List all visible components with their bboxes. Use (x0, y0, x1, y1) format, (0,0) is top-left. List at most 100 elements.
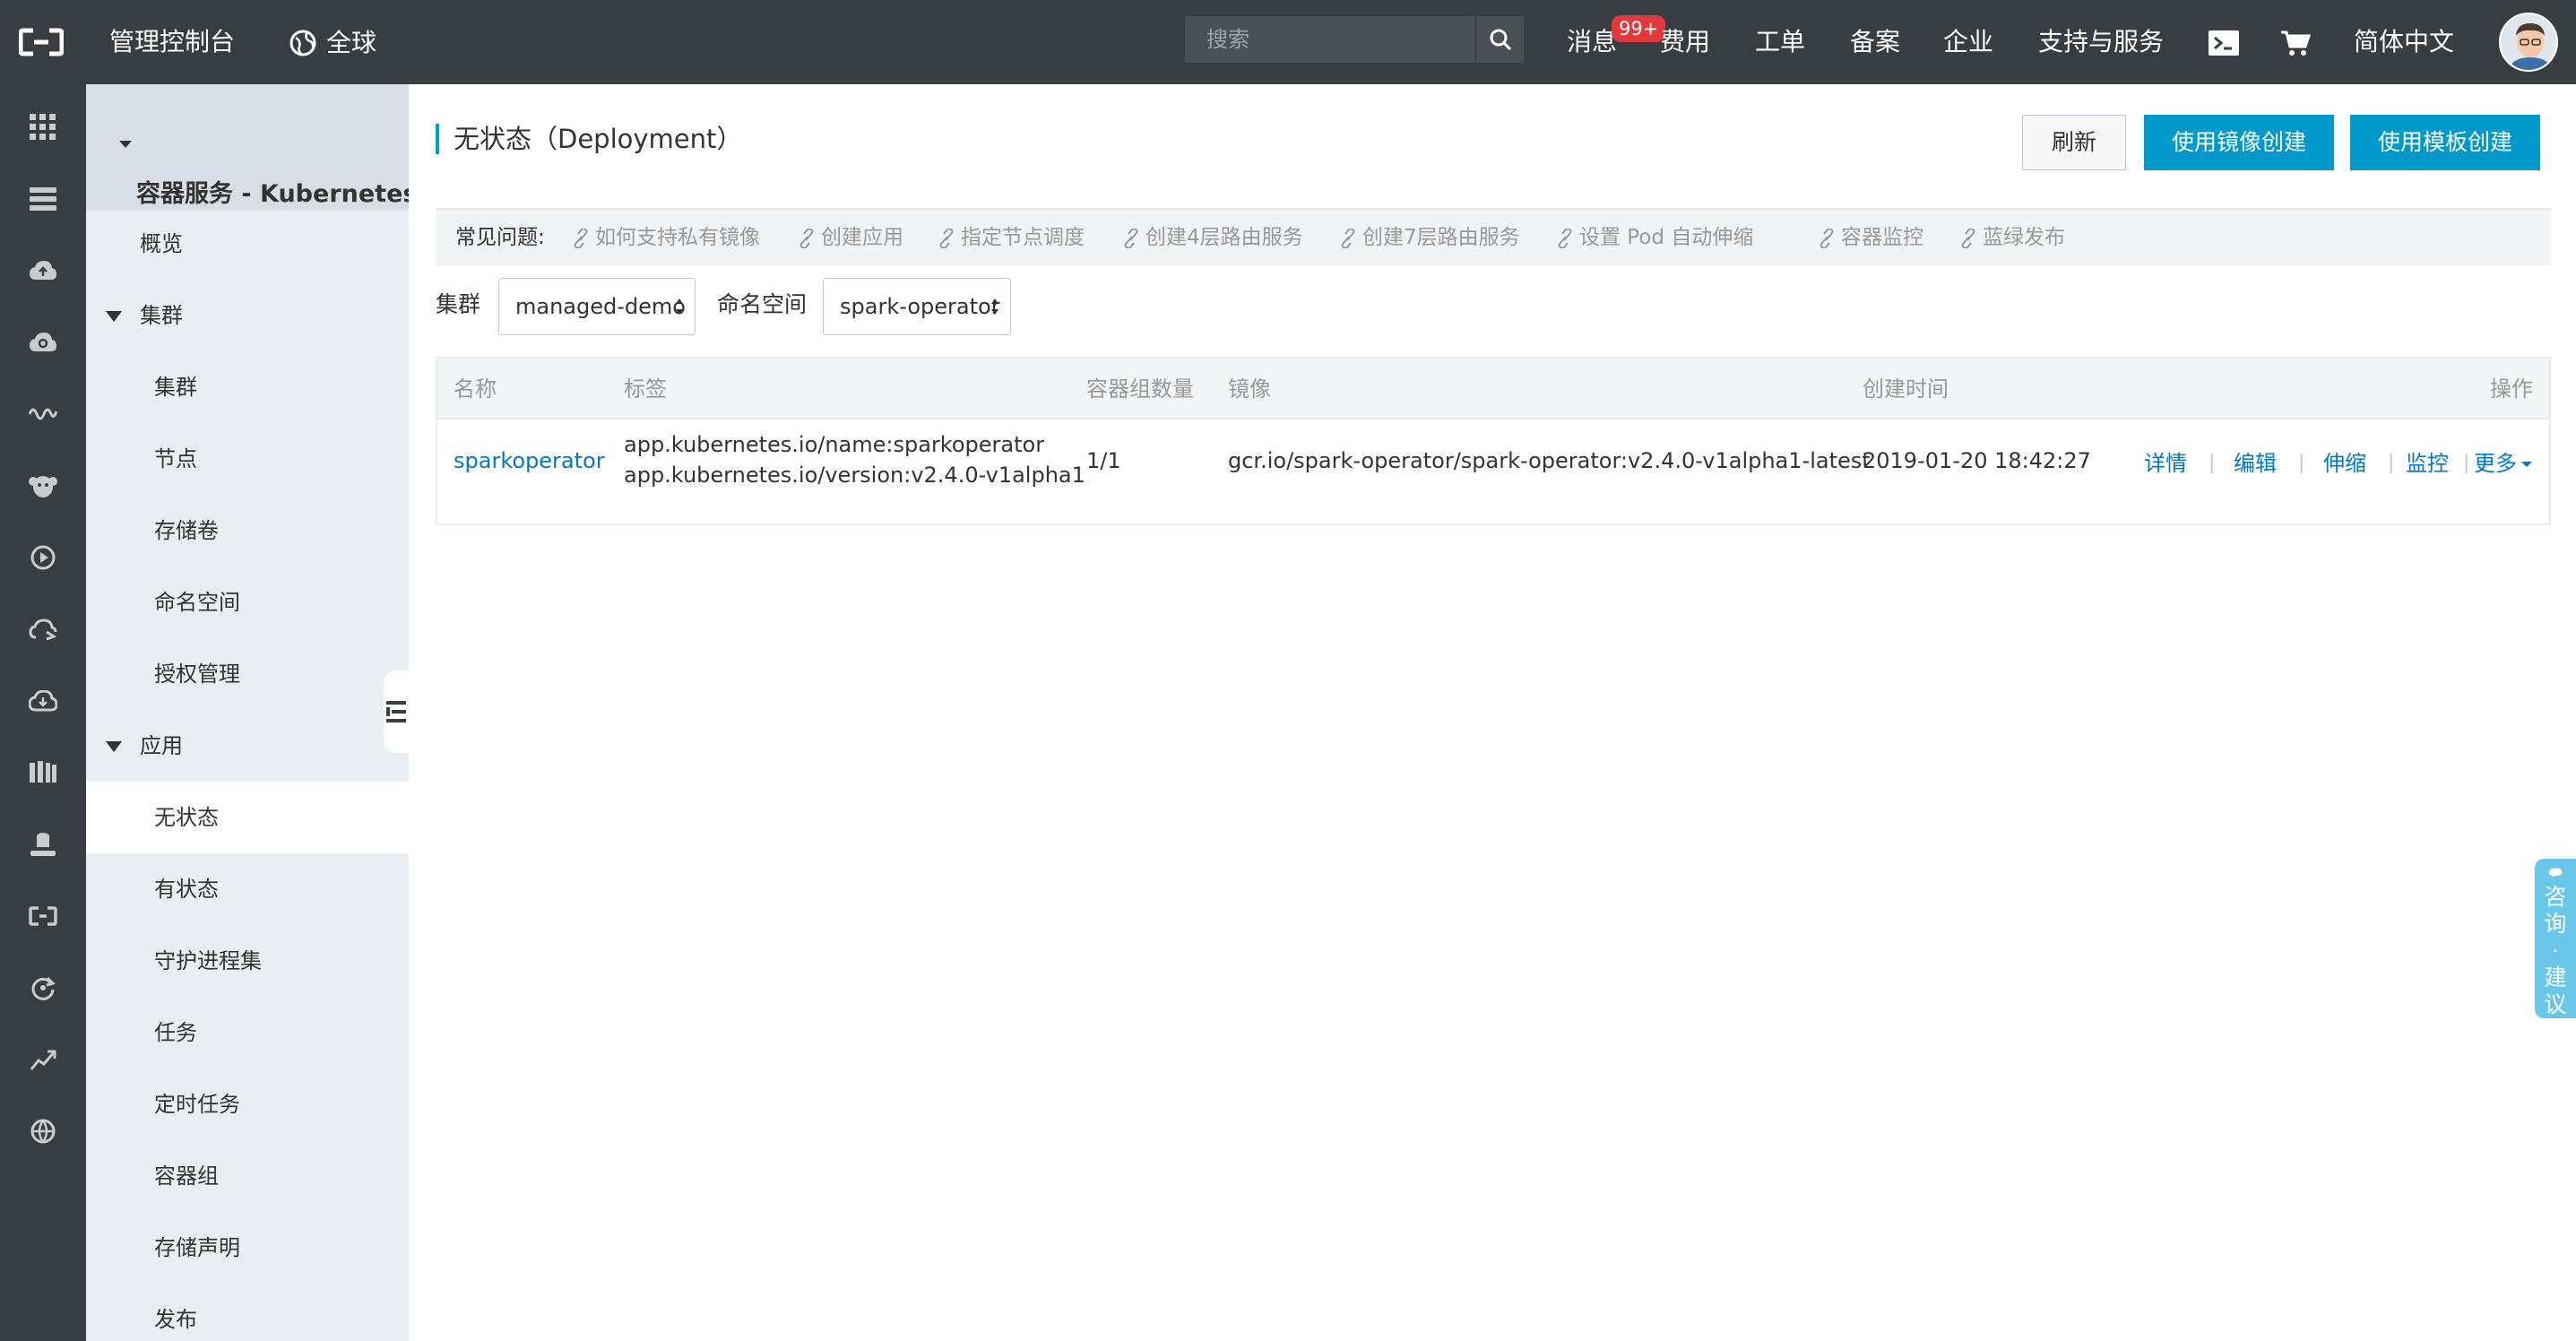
refresh-button[interactable]: 刷新 (2022, 115, 2126, 170)
region-selector[interactable]: 全球 (289, 0, 376, 84)
menu-item-statefulsets[interactable]: 有状态 (86, 853, 409, 925)
nav-billing[interactable]: 费用 (1660, 0, 1710, 84)
nav-tickets[interactable]: 工单 (1755, 0, 1805, 84)
namespace-select[interactable]: spark-operator (823, 278, 1011, 335)
faq-link-create-app[interactable]: 创建应用 (798, 210, 903, 265)
top-navigation-bar: 管理控制台 全球 消息 99+ 费用 工单 备案 企业 支持与服务 简体中文 (0, 0, 2576, 84)
play-icon[interactable] (22, 536, 65, 579)
cart-icon (2281, 30, 2312, 56)
refresh-icon[interactable] (22, 966, 65, 1009)
label-name: app.kubernetes.io/name:sparkoperator (624, 432, 1045, 457)
create-from-image-button[interactable]: 使用镜像创建 (2144, 115, 2334, 170)
nav-support[interactable]: 支持与服务 (2038, 0, 2164, 84)
product-title-label: 容器服务 - Kubernetes (136, 180, 409, 208)
consult-char: 建 (2544, 965, 2567, 991)
region-label: 全球 (326, 28, 377, 57)
col-header-created: 创建时间 (1863, 376, 1949, 402)
search-input[interactable] (1185, 16, 1474, 63)
action-details[interactable]: 详情 (2144, 448, 2187, 479)
sidebar-collapse-toggle[interactable] (384, 670, 409, 753)
menu-item-pvcs[interactable]: 存储声明 (86, 1212, 409, 1284)
menu-group-application[interactable]: 应用 (86, 710, 409, 782)
search-icon (1490, 29, 1511, 51)
menu-item-daemonsets[interactable]: 守护进程集 (86, 925, 409, 997)
menu-item-cronjobs[interactable]: 定时任务 (86, 1068, 409, 1140)
collapse-triangle-icon (106, 741, 122, 752)
book-icon[interactable] (22, 751, 65, 794)
faq-link-pod-autoscale[interactable]: 设置 Pod 自动伸缩 (1556, 210, 1753, 265)
cloud-upload-icon[interactable] (22, 249, 65, 292)
product-icon-bar (0, 84, 86, 1341)
consult-char: 询 (2544, 911, 2567, 937)
faq-link-label: 创建应用 (821, 226, 903, 249)
user-avatar[interactable] (2499, 13, 2558, 72)
action-scale[interactable]: 伸缩 (2323, 448, 2366, 479)
page-title: 无状态（Deployment） (436, 124, 742, 154)
aliyun-logo-icon[interactable] (13, 18, 70, 66)
link-icon (574, 228, 588, 248)
cloud-download-icon[interactable] (22, 679, 65, 722)
consult-feedback-tab[interactable]: 咨 询 · 建 议 (2535, 859, 2576, 1018)
faq-link-l7-service[interactable]: 创建7层路由服务 (1339, 210, 1520, 265)
create-from-template-button[interactable]: 使用模板创建 (2350, 115, 2540, 170)
menu-item-nodes[interactable]: 节点 (86, 423, 409, 495)
list-icon[interactable] (22, 177, 65, 221)
action-more[interactable]: 更多 (2474, 448, 2533, 479)
select-arrows-icon (676, 298, 683, 315)
bracket-logo-icon[interactable] (22, 895, 65, 938)
action-separator: | (2388, 452, 2395, 474)
action-edit[interactable]: 编辑 (2234, 448, 2277, 479)
globe-icon (290, 30, 316, 56)
action-more-label: 更多 (2474, 451, 2517, 476)
image-name: gcr.io/spark-operator/spark-operator:v2.… (1228, 448, 1871, 473)
menu-group-cluster[interactable]: 集群 (86, 280, 409, 351)
trend-icon[interactable] (22, 1038, 65, 1081)
menu-item-jobs[interactable]: 任务 (86, 997, 409, 1068)
action-separator: | (2209, 452, 2216, 474)
product-title[interactable]: 容器服务 - Kubernetes (86, 84, 409, 210)
collapse-triangle-icon (106, 311, 122, 322)
database-icon[interactable] (22, 823, 65, 866)
menu-item-clusters[interactable]: 集群 (86, 351, 409, 423)
cart-button[interactable] (2280, 0, 2312, 84)
menu-item-overview[interactable]: 概览 (86, 208, 409, 280)
search-button[interactable] (1475, 16, 1524, 63)
cloud-loop-icon[interactable] (22, 608, 65, 651)
cluster-select-value: managed-demo (515, 294, 686, 319)
menu-item-volumes[interactable]: 存储卷 (86, 495, 409, 567)
language-selector[interactable]: 简体中文 (2354, 0, 2454, 84)
faq-link-label: 蓝绿发布 (1983, 226, 2065, 249)
faq-link-l4-service[interactable]: 创建4层路由服务 (1122, 210, 1303, 265)
col-header-name: 名称 (454, 376, 497, 402)
menu-item-namespaces[interactable]: 命名空间 (86, 567, 409, 638)
messages-link[interactable]: 消息 (1567, 0, 1617, 84)
faq-link-container-monitor[interactable]: 容器监控 (1818, 210, 1923, 265)
nav-icp[interactable]: 备案 (1850, 0, 1900, 84)
menu-item-pods[interactable]: 容器组 (86, 1140, 409, 1212)
wave-icon[interactable] (22, 393, 65, 436)
globe-icon[interactable] (22, 1110, 65, 1153)
faq-link-private-image[interactable]: 如何支持私有镜像 (572, 210, 760, 265)
faq-link-label: 容器监控 (1841, 226, 1923, 249)
cloud-sync-icon[interactable] (22, 321, 65, 364)
deployments-table: 名称 标签 容器组数量 镜像 创建时间 操作 sparkoperator app… (436, 357, 2551, 525)
link-icon (1341, 228, 1355, 248)
nav-enterprise[interactable]: 企业 (1943, 0, 1993, 84)
col-header-labels: 标签 (624, 376, 667, 402)
link-icon (1961, 228, 1975, 248)
faq-link-blue-green[interactable]: 蓝绿发布 (1959, 210, 2065, 265)
faq-link-label: 创建7层路由服务 (1362, 226, 1520, 249)
console-link[interactable]: 管理控制台 (109, 0, 235, 84)
cluster-select[interactable]: managed-demo (498, 278, 696, 335)
menu-item-authorization[interactable]: 授权管理 (86, 638, 409, 710)
deployment-name-link[interactable]: sparkoperator (454, 448, 605, 473)
monkey-icon[interactable] (22, 464, 65, 507)
table-header: 名称 标签 容器组数量 镜像 创建时间 操作 (437, 359, 2549, 420)
cluster-filter-label: 集群 (436, 291, 481, 317)
faq-link-node-scheduling[interactable]: 指定节点调度 (938, 210, 1085, 265)
terminal-button[interactable] (2209, 0, 2239, 84)
menu-item-releases[interactable]: 发布 (86, 1284, 409, 1341)
menu-item-deployments[interactable]: 无状态 (86, 782, 409, 853)
grid-icon[interactable] (22, 106, 65, 149)
action-monitor[interactable]: 监控 (2406, 448, 2449, 479)
